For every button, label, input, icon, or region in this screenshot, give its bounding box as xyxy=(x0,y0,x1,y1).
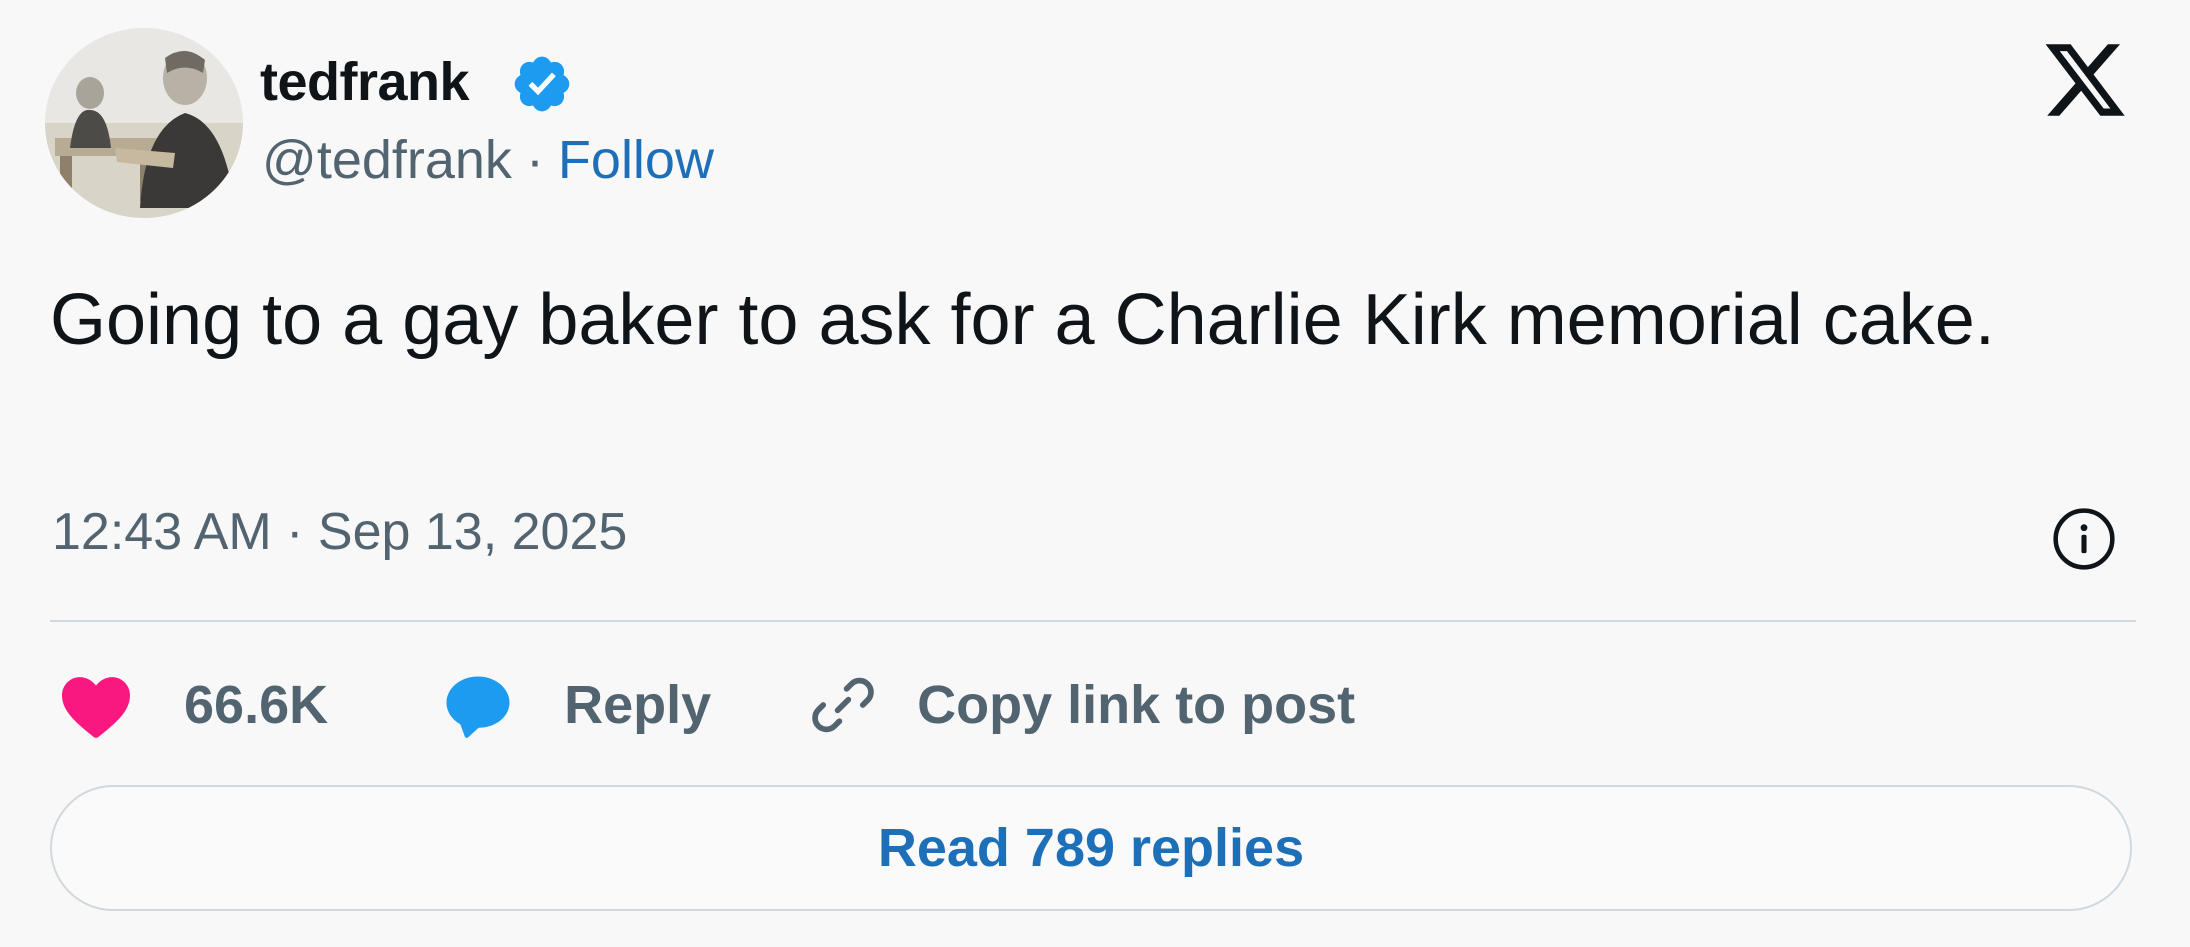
author-avatar[interactable] xyxy=(45,28,243,218)
divider xyxy=(50,620,2136,622)
x-logo-icon[interactable] xyxy=(2040,36,2130,124)
read-replies-label: Read 789 replies xyxy=(877,818,1305,878)
courtroom-sketch-image xyxy=(45,28,243,218)
info-icon[interactable] xyxy=(2050,505,2118,573)
tweet-timestamp[interactable]: 12:43 AM · Sep 13, 2025 xyxy=(52,500,627,564)
author-handle[interactable]: @tedfrank xyxy=(262,130,512,190)
follow-link[interactable]: Follow xyxy=(558,130,714,190)
read-replies-button[interactable]: Read 789 replies xyxy=(50,785,2132,911)
reply-label: Reply xyxy=(564,675,712,735)
author-display-name[interactable]: tedfrank xyxy=(260,50,470,114)
copy-link-label: Copy link to post xyxy=(917,675,1356,735)
speech-bubble-icon xyxy=(446,676,510,738)
tweet-text: Going to a gay baker to ask for a Charli… xyxy=(50,280,1995,360)
tweet-embed-card: tedfrank @tedfrank · Follow Going to a gay… xyxy=(0,0,2190,947)
author-handle-row: @tedfrank · Follow xyxy=(262,128,714,192)
like-count: 66.6K xyxy=(184,675,329,735)
like-button[interactable]: 66.6K xyxy=(58,671,328,739)
link-icon xyxy=(812,677,874,733)
tweet-actions: 66.6K Reply Copy link to post xyxy=(58,665,1355,745)
verified-badge-icon xyxy=(514,56,570,112)
reply-button[interactable]: Reply xyxy=(440,669,711,741)
handle-separator: · xyxy=(525,130,544,190)
copy-link-button[interactable]: Copy link to post xyxy=(807,669,1355,741)
heart-icon xyxy=(62,677,130,738)
